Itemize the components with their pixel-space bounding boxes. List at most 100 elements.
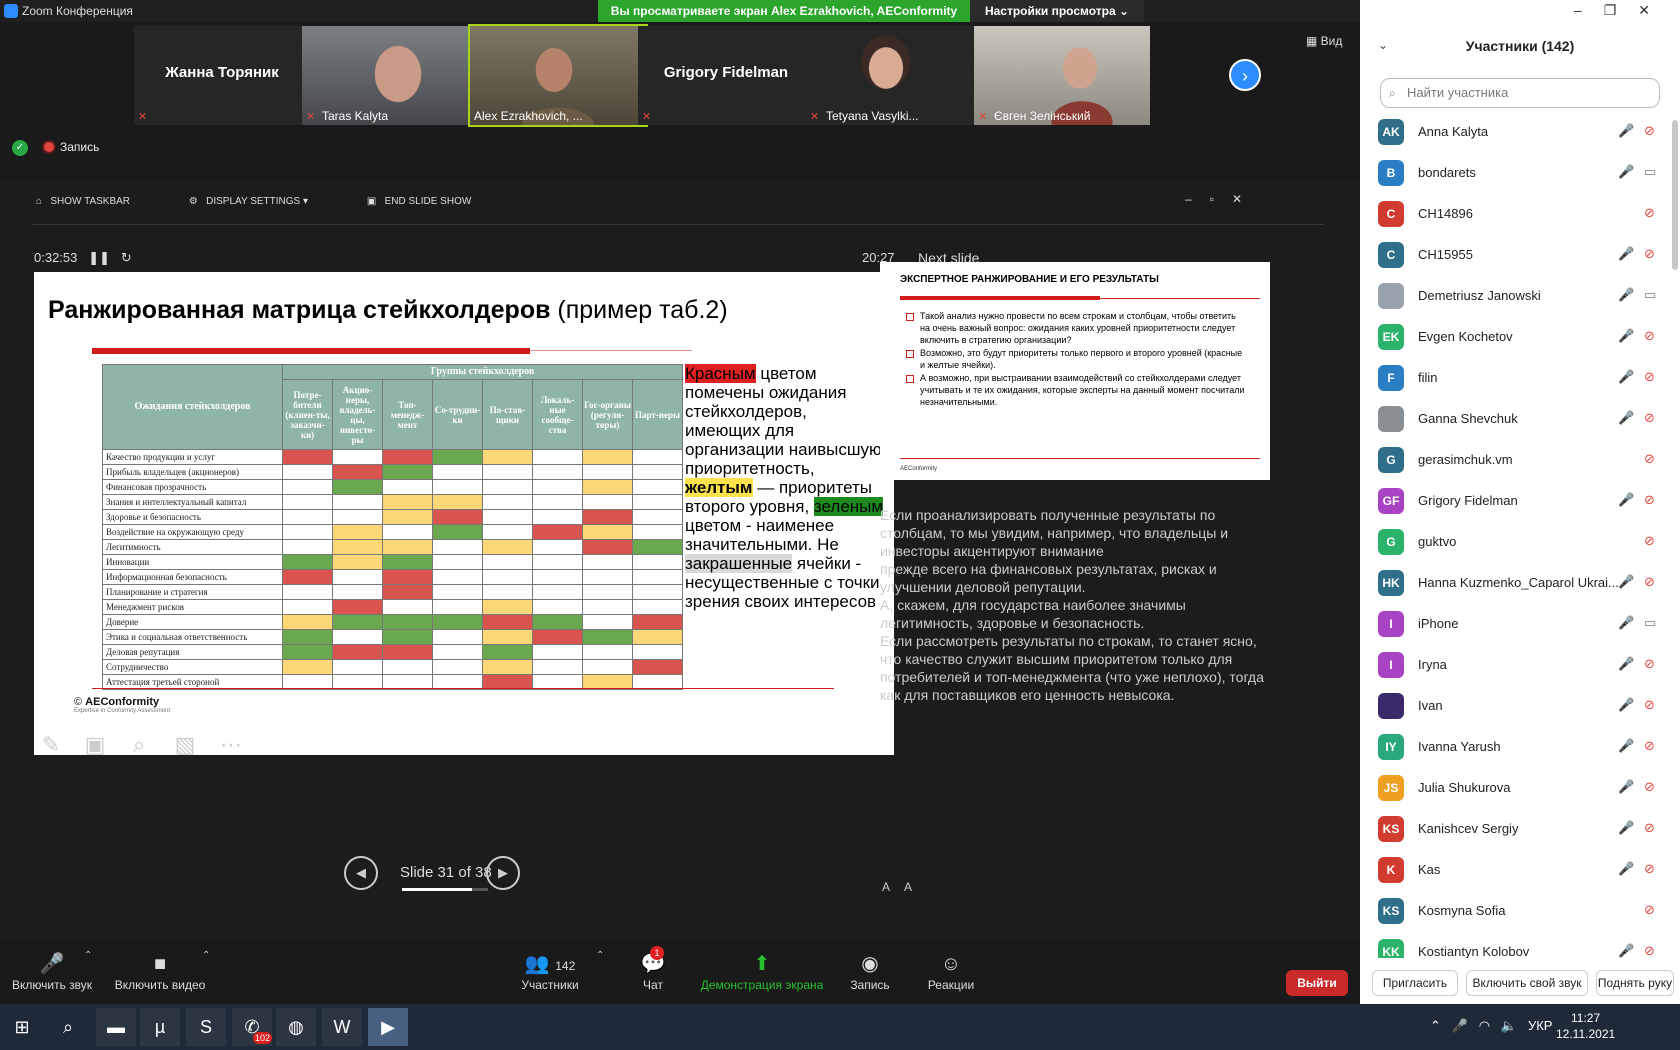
system-tray[interactable]: ⌃ 🎤 ◠ 🔈 УКР — [1430, 1018, 1552, 1034]
participant-row[interactable]: KS Kosmyna Sofia ⊘ — [1360, 891, 1680, 932]
matrix-row-label: Планирование и стратегия — [102, 584, 283, 600]
participant-row[interactable]: AK Anna Kalyta 🎤 ⊘ — [1360, 112, 1680, 153]
panel-window-controls[interactable]: –❐✕ — [1574, 2, 1672, 19]
table-row: Здоровье и безопасность — [102, 509, 683, 525]
participant-row[interactable]: Ffilin 🎤 ⊘ — [1360, 358, 1680, 399]
participant-row[interactable]: JS Julia Shukurova 🎤 ⊘ — [1360, 768, 1680, 809]
slide-counter[interactable]: Slide 31 of 38 — [400, 864, 492, 881]
participant-name: guktvo — [1418, 534, 1457, 549]
input-language[interactable]: УКР — [1528, 1018, 1553, 1033]
speaker-notes[interactable]: Если проанализировать полученные результ… — [880, 506, 1266, 704]
matrix-cell — [582, 569, 633, 585]
end-slide-show-button[interactable]: ▣ END SLIDE SHOW — [367, 196, 499, 207]
participants-panel: –❐✕ ⌄ Участники (142) ⌕ Найти участника A… — [1360, 0, 1680, 1004]
view-layout-button[interactable]: ▦ Вид — [1306, 34, 1342, 48]
video-tile[interactable]: Grigory Fidelman ✕ — [638, 26, 814, 125]
file-explorer-icon[interactable]: ▬ — [96, 1008, 136, 1046]
unmute-button[interactable]: 🎤 Включить звук ⌃ — [10, 950, 94, 992]
matrix-cell — [482, 644, 533, 660]
participant-row[interactable]: C CH15955 🎤 ⊘ — [1360, 235, 1680, 276]
unmute-self-button[interactable]: Включить свой звук — [1466, 970, 1588, 996]
chrome-icon[interactable]: ◍ — [276, 1008, 316, 1046]
participant-name: Grigory Fidelman — [1418, 493, 1518, 508]
participant-row[interactable]: IiPhone 🎤 ▭ — [1360, 604, 1680, 645]
window-controls[interactable]: –▫✕ — [1185, 192, 1260, 206]
record-button[interactable]: ◉ Запись — [848, 950, 892, 992]
participant-row[interactable]: Gguktvo ⊘ — [1360, 522, 1680, 563]
next-slide-button[interactable]: ▶ — [486, 856, 520, 890]
video-options-chevron-icon[interactable]: ⌃ — [202, 950, 210, 961]
show-taskbar-button[interactable]: ⌂ SHOW TASKBAR — [36, 196, 158, 207]
leave-meeting-button[interactable]: Выйти — [1286, 970, 1348, 996]
viber-icon[interactable]: ✆ 102 — [232, 1008, 272, 1046]
more-options-icon[interactable]: ⋯ — [216, 730, 246, 760]
utorrent-icon[interactable]: µ — [140, 1008, 180, 1046]
participant-row[interactable]: Bbondarets 🎤 ▭ — [1360, 153, 1680, 194]
share-screen-button[interactable]: ⬆ Демонстрация экрана — [700, 950, 824, 992]
matrix-row-label: Менеджмент рисков — [102, 599, 283, 615]
display-settings-button[interactable]: ⚙ DISPLAY SETTINGS ▾ — [189, 196, 336, 207]
pause-icon[interactable]: ❚❚ — [88, 250, 110, 265]
participant-row[interactable]: GF Grigory Fidelman 🎤 ⊘ — [1360, 481, 1680, 522]
matrix-cell — [482, 659, 533, 675]
matrix-cell — [332, 479, 383, 495]
invite-button[interactable]: Пригласить — [1372, 970, 1458, 996]
skype-icon[interactable]: S — [186, 1008, 226, 1046]
video-tile[interactable]: Жанна Торяник ✕ — [134, 26, 310, 125]
participant-row[interactable]: EK Evgen Kochetov 🎤 ⊘ — [1360, 317, 1680, 358]
camera-off-icon: ⊘ — [1644, 410, 1655, 425]
taskbar-clock[interactable]: 11:27 12.11.2021 — [1556, 1010, 1615, 1042]
word-icon[interactable]: W — [322, 1008, 362, 1046]
participant-row[interactable]: Ganna Shevchuk 🎤 ⊘ — [1360, 399, 1680, 440]
zoom-taskbar-icon[interactable]: ▶ — [368, 1008, 408, 1046]
participant-list-scrollbar[interactable] — [1672, 120, 1678, 270]
video-tile-active-speaker[interactable]: Alex Ezrakhovich, ... — [468, 24, 648, 127]
participants-chevron-icon[interactable]: ⌃ — [596, 950, 604, 961]
notes-font-size-controls[interactable]: AA — [882, 880, 926, 894]
participant-row[interactable]: I Iryna 🎤 ⊘ — [1360, 645, 1680, 686]
matrix-cell — [482, 554, 533, 570]
pen-icon[interactable]: ✎ — [36, 730, 66, 760]
slide-grid-icon[interactable]: ▣ — [80, 730, 110, 760]
matrix-column-header: Топ-менедж-мент — [382, 379, 433, 450]
matrix-row-label: Качество продукции и услуг — [102, 449, 283, 465]
next-slide-preview[interactable]: ЭКСПЕРТНОЕ РАНЖИРОВАНИЕ И ЕГО РЕЗУЛЬТАТЫ… — [880, 262, 1270, 480]
start-video-button[interactable]: ■ Включить видео ⌃ — [112, 950, 211, 992]
restart-icon[interactable]: ↻ — [121, 250, 132, 265]
matrix-cell — [332, 539, 383, 555]
matrix-cell — [582, 554, 633, 570]
participant-row[interactable]: Ivan 🎤 ⊘ — [1360, 686, 1680, 727]
camera-off-icon: ⊘ — [1644, 656, 1655, 671]
shield-icon[interactable]: ✓ — [12, 140, 28, 156]
participant-row[interactable]: C CH14896 ⊘ — [1360, 194, 1680, 235]
next-videos-button[interactable]: › — [1229, 59, 1261, 91]
matrix-cell — [332, 449, 383, 465]
participant-row[interactable]: KK Kostiantyn Kolobov 🎤 ⊘ — [1360, 932, 1680, 958]
previous-slide-button[interactable]: ◀ — [344, 856, 378, 890]
participant-row[interactable]: Demetriusz Janowski 🎤 ▭ — [1360, 276, 1680, 317]
chat-button[interactable]: 💬 Чат 1 — [636, 946, 670, 992]
video-tile[interactable]: ✕ Євген Зелінський — [974, 26, 1150, 125]
matrix-cell — [482, 479, 533, 495]
participant-row[interactable]: IY Ivanna Yarush 🎤 ⊘ — [1360, 727, 1680, 768]
audio-options-chevron-icon[interactable]: ⌃ — [84, 950, 92, 961]
matrix-cell — [632, 569, 683, 585]
participant-row[interactable]: Ggerasimchuk.vm ⊘ — [1360, 440, 1680, 481]
participant-row[interactable]: HK Hanna Kuzmenko_Caparol Ukrai... 🎤 ⊘ — [1360, 563, 1680, 604]
participant-search-input[interactable]: ⌕ Найти участника — [1380, 78, 1660, 108]
recording-indicator[interactable]: Запись — [44, 140, 99, 154]
video-tile[interactable]: ✕ Tetyana Vasylki... — [806, 26, 982, 125]
search-icon[interactable]: ⌕ — [48, 1008, 88, 1046]
video-tile[interactable]: ✕ Taras Kalyta — [302, 26, 478, 125]
camera-off-icon: ⊘ — [1644, 246, 1655, 261]
participant-row[interactable]: K Kas 🎤 ⊘ — [1360, 850, 1680, 891]
participants-button[interactable]: 👥 142 Участники ⌃ — [518, 950, 604, 992]
raise-hand-button[interactable]: Поднять руку — [1596, 970, 1674, 996]
black-screen-icon[interactable]: ▧ — [170, 730, 200, 760]
reactions-button[interactable]: ☺ Реакции — [926, 950, 976, 992]
current-slide[interactable]: Ранжированная матрица стейкхолдеров (при… — [34, 272, 894, 755]
view-settings-button[interactable]: Настройки просмотра ⌄ — [970, 0, 1144, 22]
participant-row[interactable]: KS Kanishcev Sergiy 🎤 ⊘ — [1360, 809, 1680, 850]
zoom-magnifier-icon[interactable]: ⌕ — [124, 730, 154, 760]
windows-start-icon[interactable]: ⊞ — [2, 1008, 42, 1046]
